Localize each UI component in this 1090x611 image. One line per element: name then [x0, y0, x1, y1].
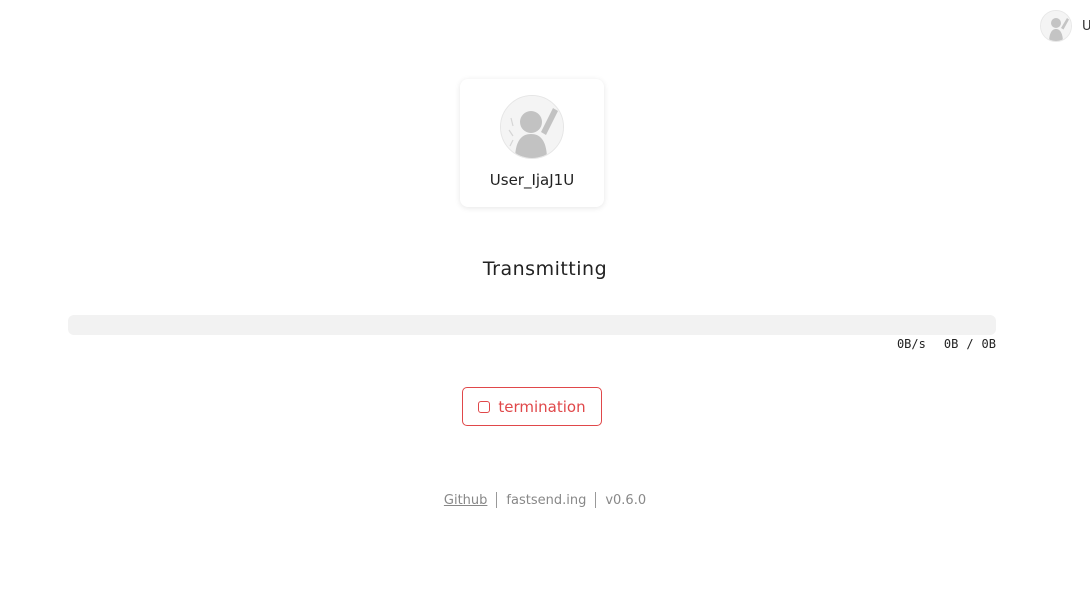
user-avatar-icon — [1040, 10, 1072, 42]
stop-icon — [478, 400, 491, 413]
app-version: v0.6.0 — [605, 492, 647, 508]
current-user[interactable]: User_IjaJ1U — [1040, 8, 1090, 44]
transfer-status: Transmitting — [482, 258, 608, 280]
footer-divider — [496, 492, 498, 508]
github-link[interactable]: Github — [444, 493, 488, 508]
transfer-progress-bar — [68, 315, 996, 335]
size-separator: / — [966, 337, 974, 351]
peer-card: User_IjaJ1U — [460, 79, 604, 207]
current-user-name: User_IjaJ1U — [1082, 18, 1090, 34]
transfer-speed: 0B/s — [896, 337, 926, 351]
total-size: 0B — [981, 337, 996, 351]
termination-button[interactable]: termination — [462, 387, 602, 426]
footer: Github fastsend.ing v0.6.0 — [0, 492, 1090, 508]
transfer-stats: 0B/s 0B / 0B — [897, 337, 996, 351]
transferred-size: 0B — [943, 337, 959, 351]
footer-divider — [595, 492, 597, 508]
termination-label: termination — [498, 397, 586, 416]
site-name: fastsend.ing — [506, 492, 587, 508]
peer-name: User_IjaJ1U — [489, 171, 575, 189]
user-avatar-icon — [500, 95, 564, 159]
